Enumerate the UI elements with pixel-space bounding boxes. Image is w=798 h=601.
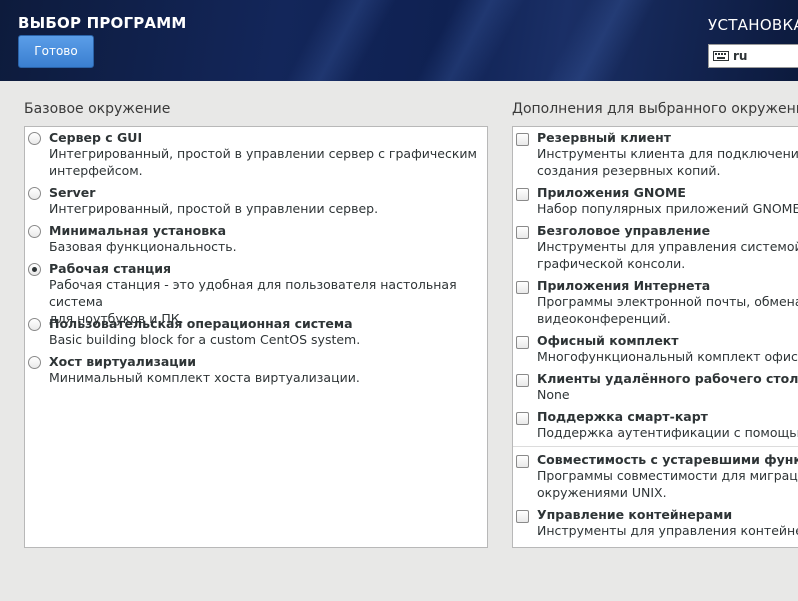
addon-description: Инструменты для управления системой без … (537, 239, 798, 271)
environment-radio[interactable] (28, 225, 41, 238)
addon-office-suite[interactable]: Офисный комплект Многофункциональный ком… (513, 333, 798, 365)
addon-gnome-apps[interactable]: Приложения GNOME Набор популярных прилож… (513, 185, 798, 217)
addon-smart-card[interactable]: Поддержка смарт-карт Поддержка аутентифи… (513, 409, 798, 441)
addon-title: Управление контейнерами (537, 507, 733, 522)
header-decoration (516, 0, 664, 81)
environment-custom-os[interactable]: Пользовательская операционная система Ba… (25, 316, 487, 348)
environment-title: Сервер с GUI (49, 130, 143, 145)
environment-description: Basic building block for a custom CentOS… (49, 332, 361, 347)
addon-description: Набор популярных приложений GNOME. (537, 201, 798, 216)
addon-description: Инструменты для управления контейнерами (537, 523, 798, 538)
addon-checkbox[interactable] (516, 281, 529, 294)
addon-checkbox[interactable] (516, 412, 529, 425)
addon-legacy-compat[interactable]: Совместимость с устаревшими функциями Пр… (513, 452, 798, 501)
addon-container-management[interactable]: Управление контейнерами Инструменты для … (513, 507, 798, 539)
addon-checkbox[interactable] (516, 226, 529, 239)
header-decoration (256, 0, 404, 81)
keyboard-layout-indicator[interactable]: ru (708, 44, 798, 68)
addon-internet-apps[interactable]: Приложения Интернета Программы электронн… (513, 278, 798, 327)
environment-description: Интегрированный, простой в управлении се… (49, 201, 379, 216)
base-environment-label: Базовое окружение (24, 101, 171, 117)
install-title: УСТАНОВКА CENTOS 7 (708, 16, 798, 34)
environment-title: Пользовательская операционная система (49, 316, 353, 331)
environment-radio[interactable] (28, 318, 41, 331)
environment-radio-selected[interactable] (28, 263, 41, 276)
addons-list: Резервный клиент Инструменты клиента для… (512, 126, 798, 548)
addon-checkbox[interactable] (516, 455, 529, 468)
addon-description: Инструменты клиента для подключения к р … (537, 146, 798, 178)
addon-title: Резервный клиент (537, 130, 672, 145)
addon-headless-management[interactable]: Безголовое управление Инструменты для уп… (513, 223, 798, 272)
list-separator (513, 446, 798, 447)
environment-title: Server (49, 185, 96, 200)
addon-checkbox[interactable] (516, 188, 529, 201)
environment-title: Хост виртуализации (49, 354, 197, 369)
environment-radio[interactable] (28, 132, 41, 145)
environment-title: Рабочая станция (49, 261, 172, 276)
addon-checkbox[interactable] (516, 336, 529, 349)
addon-title: Приложения GNOME (537, 185, 686, 200)
environment-virtualization-host[interactable]: Хост виртуализации Минимальный комплект … (25, 354, 487, 386)
addon-title: Безголовое управление (537, 223, 711, 238)
addon-backup-client[interactable]: Резервный клиент Инструменты клиента для… (513, 130, 798, 179)
environment-server[interactable]: Server Интегрированный, простой в управл… (25, 185, 487, 217)
keyboard-icon (713, 51, 729, 61)
environment-description: Интегрированный, простой в управлении се… (49, 146, 477, 178)
addon-title: Поддержка смарт-карт (537, 409, 708, 424)
environment-server-gui[interactable]: Сервер с GUI Интегрированный, простой в … (25, 130, 487, 179)
addon-description: Программы совместимости для миграции и о… (537, 468, 798, 500)
addons-label: Дополнения для выбранного окружения (512, 101, 798, 117)
addon-description: Поддержка аутентификации с помощью см (537, 425, 798, 440)
done-button[interactable]: Готово (18, 35, 94, 68)
addon-description: None (537, 387, 570, 402)
environment-description: Минимальный комплект хоста виртуализации… (49, 370, 360, 385)
page-title: ВЫБОР ПРОГРАММ (18, 14, 187, 32)
header-decoration (386, 0, 534, 81)
addon-checkbox[interactable] (516, 133, 529, 146)
environment-radio[interactable] (28, 356, 41, 369)
addon-title: Совместимость с устаревшими функциями (537, 452, 798, 467)
addon-checkbox[interactable] (516, 510, 529, 523)
base-environment-list: Сервер с GUI Интегрированный, простой в … (24, 126, 488, 548)
keyboard-layout-label: ru (733, 49, 748, 63)
environment-radio[interactable] (28, 187, 41, 200)
addon-description: Программы электронной почты, обмена со в… (537, 294, 798, 326)
environment-title: Минимальная установка (49, 223, 227, 238)
addon-title: Офисный комплект (537, 333, 679, 348)
addon-description: Многофункциональный комплект офисных (537, 349, 798, 364)
addon-checkbox[interactable] (516, 374, 529, 387)
addon-remote-desktop[interactable]: Клиенты удалённого рабочего стола None (513, 371, 798, 403)
addon-title: Клиенты удалённого рабочего стола (537, 371, 798, 386)
environment-minimal[interactable]: Минимальная установка Базовая функционал… (25, 223, 487, 255)
environment-description: Базовая функциональность. (49, 239, 237, 254)
addon-title: Приложения Интернета (537, 278, 711, 293)
header-bar: ВЫБОР ПРОГРАММ Готово УСТАНОВКА CENTOS 7… (0, 0, 798, 81)
